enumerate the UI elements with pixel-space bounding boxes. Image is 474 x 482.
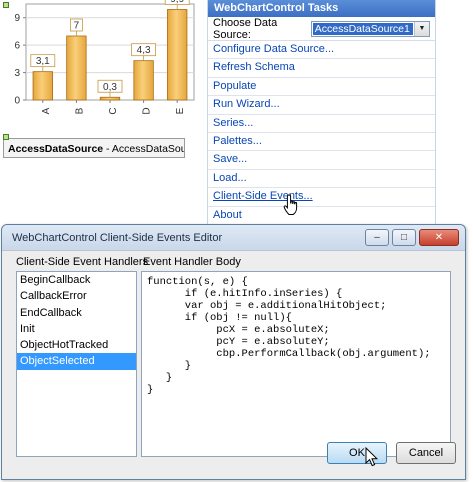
handler-item-begincallback[interactable]: BeginCallback <box>17 272 136 288</box>
datasource-dropdown[interactable]: AccessDataSource1 ▼ <box>310 20 430 37</box>
bar-E <box>167 9 188 101</box>
dropdown-arrow-icon[interactable]: ▼ <box>414 21 429 36</box>
x-tick-label-D: D <box>142 107 153 114</box>
cancel-button[interactable]: Cancel <box>396 442 456 464</box>
bar-A <box>32 71 53 101</box>
handler-item-callbackerror[interactable]: CallbackError <box>17 288 136 304</box>
access-datasource-control[interactable]: AccessDataSource - AccessDataSource1 <box>3 138 185 158</box>
data-label-B: 7 <box>74 21 80 32</box>
x-tick-label-B: B <box>74 107 85 114</box>
data-label-C: 0,3 <box>103 82 117 93</box>
client-side-events-editor-dialog: WebChartControl Client-Side Events Edito… <box>1 224 466 480</box>
dialog-title: WebChartControl Client-Side Events Edito… <box>12 231 223 244</box>
handler-item-init[interactable]: Init <box>17 321 136 337</box>
y-tick-label-0: 0 <box>14 96 20 107</box>
tasks-panel-title: WebChartControl Tasks <box>208 0 435 17</box>
handler-item-endcallback[interactable]: EndCallback <box>17 305 136 321</box>
palettes-link[interactable]: Palettes... <box>208 133 435 152</box>
ok-button[interactable]: OK <box>327 442 387 464</box>
handler-item-objectselected[interactable]: ObjectSelected <box>17 353 136 370</box>
bar-B <box>66 35 87 101</box>
about-link[interactable]: About <box>208 207 435 225</box>
y-tick-label-9: 9 <box>14 13 20 24</box>
webchartcontrol-tasks-panel: WebChartControl Tasks Choose Data Source… <box>207 0 436 224</box>
dialog-titlebar[interactable]: WebChartControl Client-Side Events Edito… <box>2 225 465 251</box>
load-link[interactable]: Load... <box>208 170 435 189</box>
save-link[interactable]: Save... <box>208 151 435 170</box>
handler-body-label: Event Handler Body <box>143 256 241 268</box>
close-icon[interactable]: ✕ <box>419 229 459 246</box>
datasource-dropdown-value: AccessDataSource1 <box>312 22 413 35</box>
x-tick-label-C: C <box>108 107 119 114</box>
component-glyph-icon <box>3 2 9 8</box>
web-chart-control[interactable]: 0 3 6 9 3,1 A 7 B 0,3 C 4,3 D 9,9 E <box>0 0 200 126</box>
y-tick-label-6: 6 <box>14 41 20 52</box>
client-side-events-link[interactable]: Client-Side Events... <box>208 188 435 207</box>
choose-datasource-label: Choose Data Source: <box>213 16 278 41</box>
series-link[interactable]: Series... <box>208 115 435 133</box>
handlers-label: Client-Side Event Handlers <box>16 256 149 268</box>
data-label-D: 4,3 <box>137 45 151 56</box>
event-handler-body-editor[interactable]: function(s, e) { if (e.hitInfo.inSeries)… <box>141 271 451 457</box>
event-handlers-list[interactable]: BeginCallback CallbackError EndCallback … <box>16 271 137 457</box>
bar-C <box>99 96 121 101</box>
configure-datasource-link[interactable]: Configure Data Source... <box>208 41 435 60</box>
minimize-icon[interactable]: – <box>365 229 389 246</box>
y-tick-label-3: 3 <box>14 68 20 79</box>
datasource-type-label: AccessDataSource <box>8 143 104 155</box>
datasource-separator: - <box>103 143 112 155</box>
maximize-icon[interactable]: □ <box>392 229 416 246</box>
datasource-instance-name: AccessDataSource1 <box>111 143 184 155</box>
run-wizard-link[interactable]: Run Wizard... <box>208 96 435 115</box>
bar-chart: 0 3 6 9 3,1 A 7 B 0,3 C 4,3 D 9,9 E <box>14 0 195 115</box>
x-tick-label-A: A <box>41 107 52 114</box>
populate-link[interactable]: Populate <box>208 78 435 97</box>
datasource-glyph-icon <box>3 134 9 140</box>
arrow-cursor-icon <box>365 447 378 467</box>
x-tick-label-E: E <box>175 107 186 114</box>
bar-D <box>133 60 154 101</box>
data-label-E: 9,9 <box>170 0 184 5</box>
hand-cursor-icon <box>283 194 298 215</box>
choose-datasource-row: Choose Data Source: AccessDataSource1 ▼ <box>208 17 435 41</box>
handler-item-objecthottracked[interactable]: ObjectHotTracked <box>17 337 136 353</box>
refresh-schema-link[interactable]: Refresh Schema <box>208 59 435 78</box>
data-label-A: 3,1 <box>36 56 50 67</box>
